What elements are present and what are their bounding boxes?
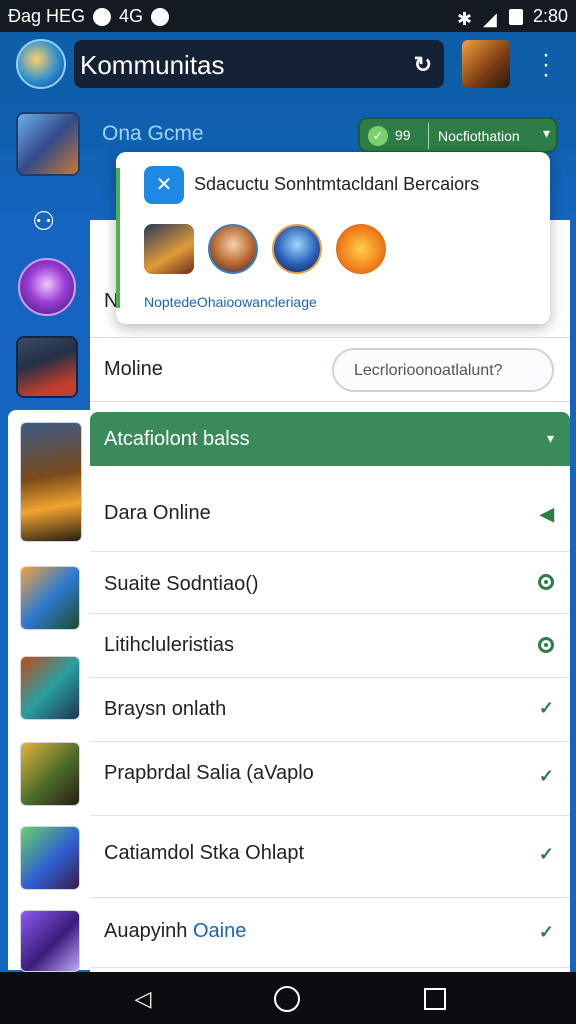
orb-game-icon[interactable] <box>18 258 76 316</box>
more-options-icon[interactable]: · · · <box>538 43 554 87</box>
game-tile[interactable] <box>20 826 80 890</box>
list-item[interactable]: Litihcluleristias <box>90 614 570 678</box>
notification-dropdown[interactable]: ✓ 99 Nocfiothation ▾ <box>358 117 558 153</box>
popover-link[interactable]: NoptedeOhaioowancleriage <box>144 294 317 310</box>
list-item-label-highlight: Oaine <box>192 920 247 942</box>
section-title: Atcafiolont balss <box>104 428 250 450</box>
avatar[interactable] <box>272 224 322 274</box>
list-item-label: Suaite Sodntiao() <box>104 573 259 595</box>
divider <box>428 123 429 149</box>
list-item[interactable]: Suaite Sodntiao() <box>90 552 570 614</box>
online-label: Moline <box>104 358 163 380</box>
radio-on-icon[interactable] <box>538 637 554 653</box>
list-item[interactable]: Dara Online ◀ <box>90 466 570 552</box>
check-icon: ✓ <box>538 766 554 786</box>
game-tile[interactable] <box>20 910 80 972</box>
close-icon[interactable]: ✕ <box>144 166 184 204</box>
app-notification-icon <box>151 7 170 26</box>
avatar[interactable] <box>208 224 258 274</box>
section-header[interactable]: Atcafiolont balss ▾ <box>90 412 570 466</box>
game-hero-thumbnail[interactable] <box>16 112 80 176</box>
refresh-icon[interactable]: ↻ <box>414 52 432 78</box>
sent-icon: ◀ <box>540 504 554 524</box>
list-item-label-part: Auapyinh <box>104 920 193 942</box>
game-tile[interactable] <box>20 742 80 806</box>
list-item-label: Prapbrdal Salia (aVaplo <box>104 762 314 784</box>
network-label: 4G <box>119 6 144 26</box>
page-title: Kommunitas <box>80 50 225 80</box>
title-bar: Kommunitas ↻ <box>74 40 444 88</box>
notification-label: Nocfiothation <box>438 128 520 144</box>
list-item[interactable]: Prapbrdal Salia (aVaplo ✓ <box>90 742 570 816</box>
popover-title: Sdacuctu Sonhtmtacldanl Bercaiors <box>194 174 480 194</box>
popover-accent <box>116 168 120 308</box>
signal-icon: ◢ <box>482 8 497 29</box>
game-tile[interactable] <box>20 566 80 630</box>
notification-count: 99 <box>395 127 411 143</box>
list-item-label: Dara Online <box>104 502 211 524</box>
bluetooth-icon: ✱ <box>456 8 473 29</box>
chevron-down-icon: ▾ <box>546 430 554 446</box>
avatar-group <box>144 224 386 274</box>
clock: 2:80 <box>532 6 568 26</box>
community-icon[interactable]: ⚇ <box>32 206 62 236</box>
avatar[interactable] <box>336 224 386 274</box>
game-tile[interactable] <box>20 656 80 720</box>
recent-apps-icon[interactable] <box>424 988 446 1010</box>
status-left-text: Đag HEG <box>8 6 86 26</box>
notification-popover: ✕ Sdacuctu Sonhtmtacldanl Bercaiors Nopt… <box>116 152 550 324</box>
system-nav-bar: ◁ <box>0 972 576 1024</box>
check-icon: ✓ <box>538 698 554 718</box>
list-item-label: Litihcluleristias <box>104 634 235 656</box>
list-item-label: Auapyinh Oaine <box>104 920 246 943</box>
check-icon: ✓ <box>538 922 554 942</box>
app-header: Kommunitas ↻ · · · <box>0 32 576 96</box>
list-item-label: Braysn onlath <box>104 698 227 720</box>
avatar[interactable] <box>144 224 194 274</box>
chat-icon: ✓ <box>368 126 388 146</box>
battery-icon <box>508 8 523 25</box>
search-input[interactable]: Lecrlorioonoatlalunt? <box>332 348 554 392</box>
game-tile[interactable] <box>20 422 82 542</box>
home-icon[interactable] <box>274 986 300 1012</box>
chevron-down-icon: ▾ <box>542 125 550 141</box>
user-avatar[interactable] <box>462 40 510 88</box>
status-bar: Đag HEG 4G ✱ ◢ 2:80 <box>0 0 576 32</box>
list-item[interactable]: Auapyinh Oaine ✓ <box>90 898 570 968</box>
notification-icon <box>93 7 112 26</box>
radio-on-icon[interactable] <box>538 574 554 590</box>
list-item-label: Catiamdol Stka Ohlapt <box>104 842 305 864</box>
game-name: Ona Gcme <box>102 122 204 145</box>
list-item[interactable]: Catiamdol Stka Ohlapt ✓ <box>90 816 570 898</box>
check-icon: ✓ <box>538 844 554 864</box>
pirate-game-icon[interactable] <box>16 336 78 398</box>
back-icon[interactable]: ◁ <box>128 986 158 1016</box>
profile-avatar[interactable] <box>16 39 66 89</box>
list-item[interactable]: Braysn onlath ✓ <box>90 678 570 742</box>
